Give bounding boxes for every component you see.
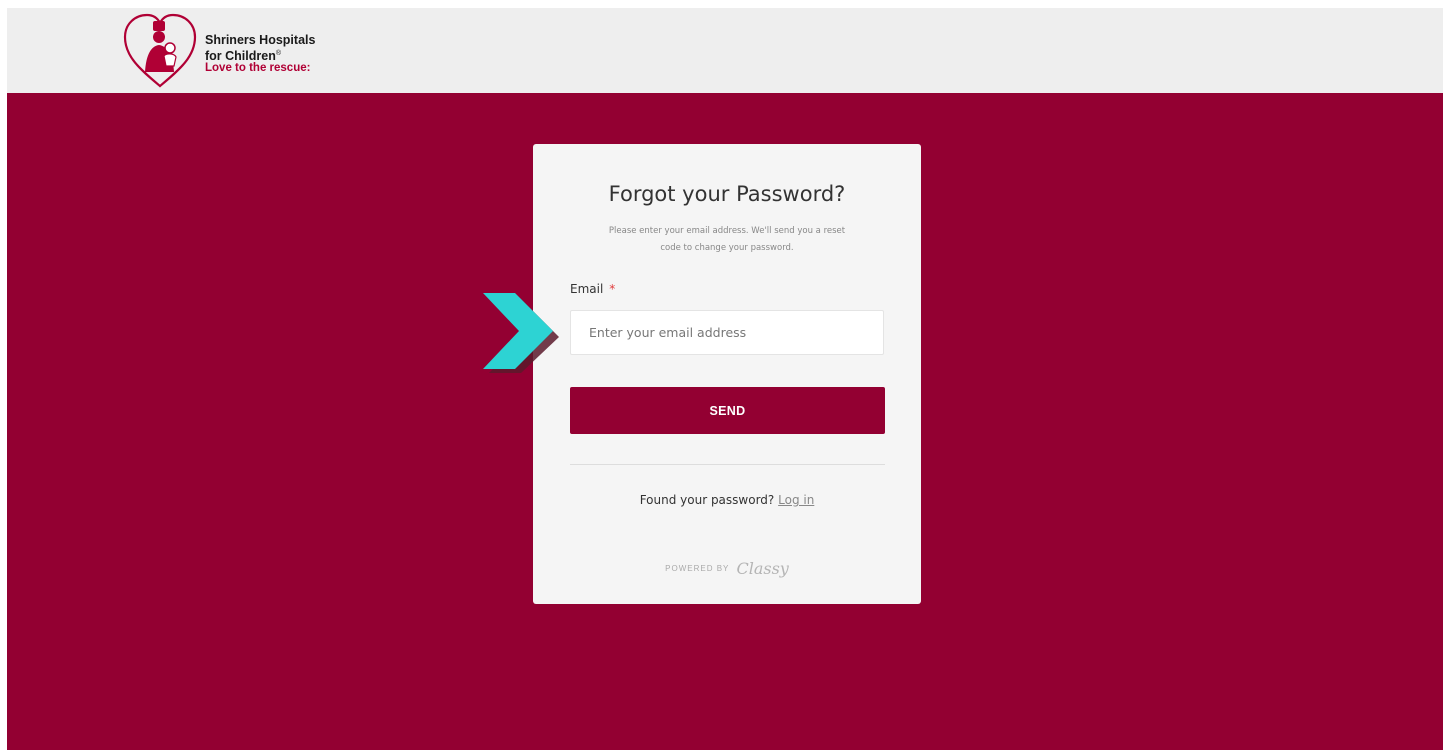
found-password-text: Found your password? (639, 493, 775, 507)
powered-by-label: POWERED BY (665, 564, 730, 573)
login-link[interactable]: Log in (778, 493, 814, 507)
logo-line-1: Shriners Hospitals (205, 33, 316, 47)
main-area: Forgot your Password? Please enter your … (7, 93, 1443, 750)
heart-with-figure-icon (123, 13, 197, 88)
chevron-right-icon (483, 293, 559, 373)
found-password-prompt: Found your password? Log in (533, 493, 921, 507)
required-asterisk: * (609, 282, 616, 296)
email-field[interactable] (570, 310, 884, 355)
classy-logo-text: Classy (736, 559, 789, 578)
instructions-line-1: Please enter your email address. We'll s… (608, 226, 846, 236)
email-label-text: Email (570, 282, 604, 296)
shriners-logo[interactable]: Shriners Hospitals for Children® Love to… (119, 10, 359, 90)
divider (570, 464, 885, 465)
logo-name: Shriners Hospitals for Children® (205, 34, 315, 63)
logo-tagline-mark: : (306, 62, 311, 74)
email-label: Email * (570, 282, 615, 296)
forgot-password-card: Forgot your Password? Please enter your … (533, 144, 921, 604)
logo-tagline: Love to the rescue: (205, 62, 310, 74)
instructions-text: Please enter your email address. We'll s… (567, 223, 887, 257)
instructions-line-2: code to change your password. (660, 243, 794, 253)
site-header: Shriners Hospitals for Children® Love to… (7, 8, 1443, 93)
send-button[interactable]: SEND (570, 387, 885, 434)
page: Shriners Hospitals for Children® Love to… (7, 8, 1443, 750)
powered-by-classy[interactable]: POWERED BY Classy (533, 558, 921, 578)
page-title: Forgot your Password? (608, 182, 846, 206)
logo-tagline-text: Love to the rescue (205, 62, 307, 74)
logo-registered-mark: ® (275, 50, 282, 57)
